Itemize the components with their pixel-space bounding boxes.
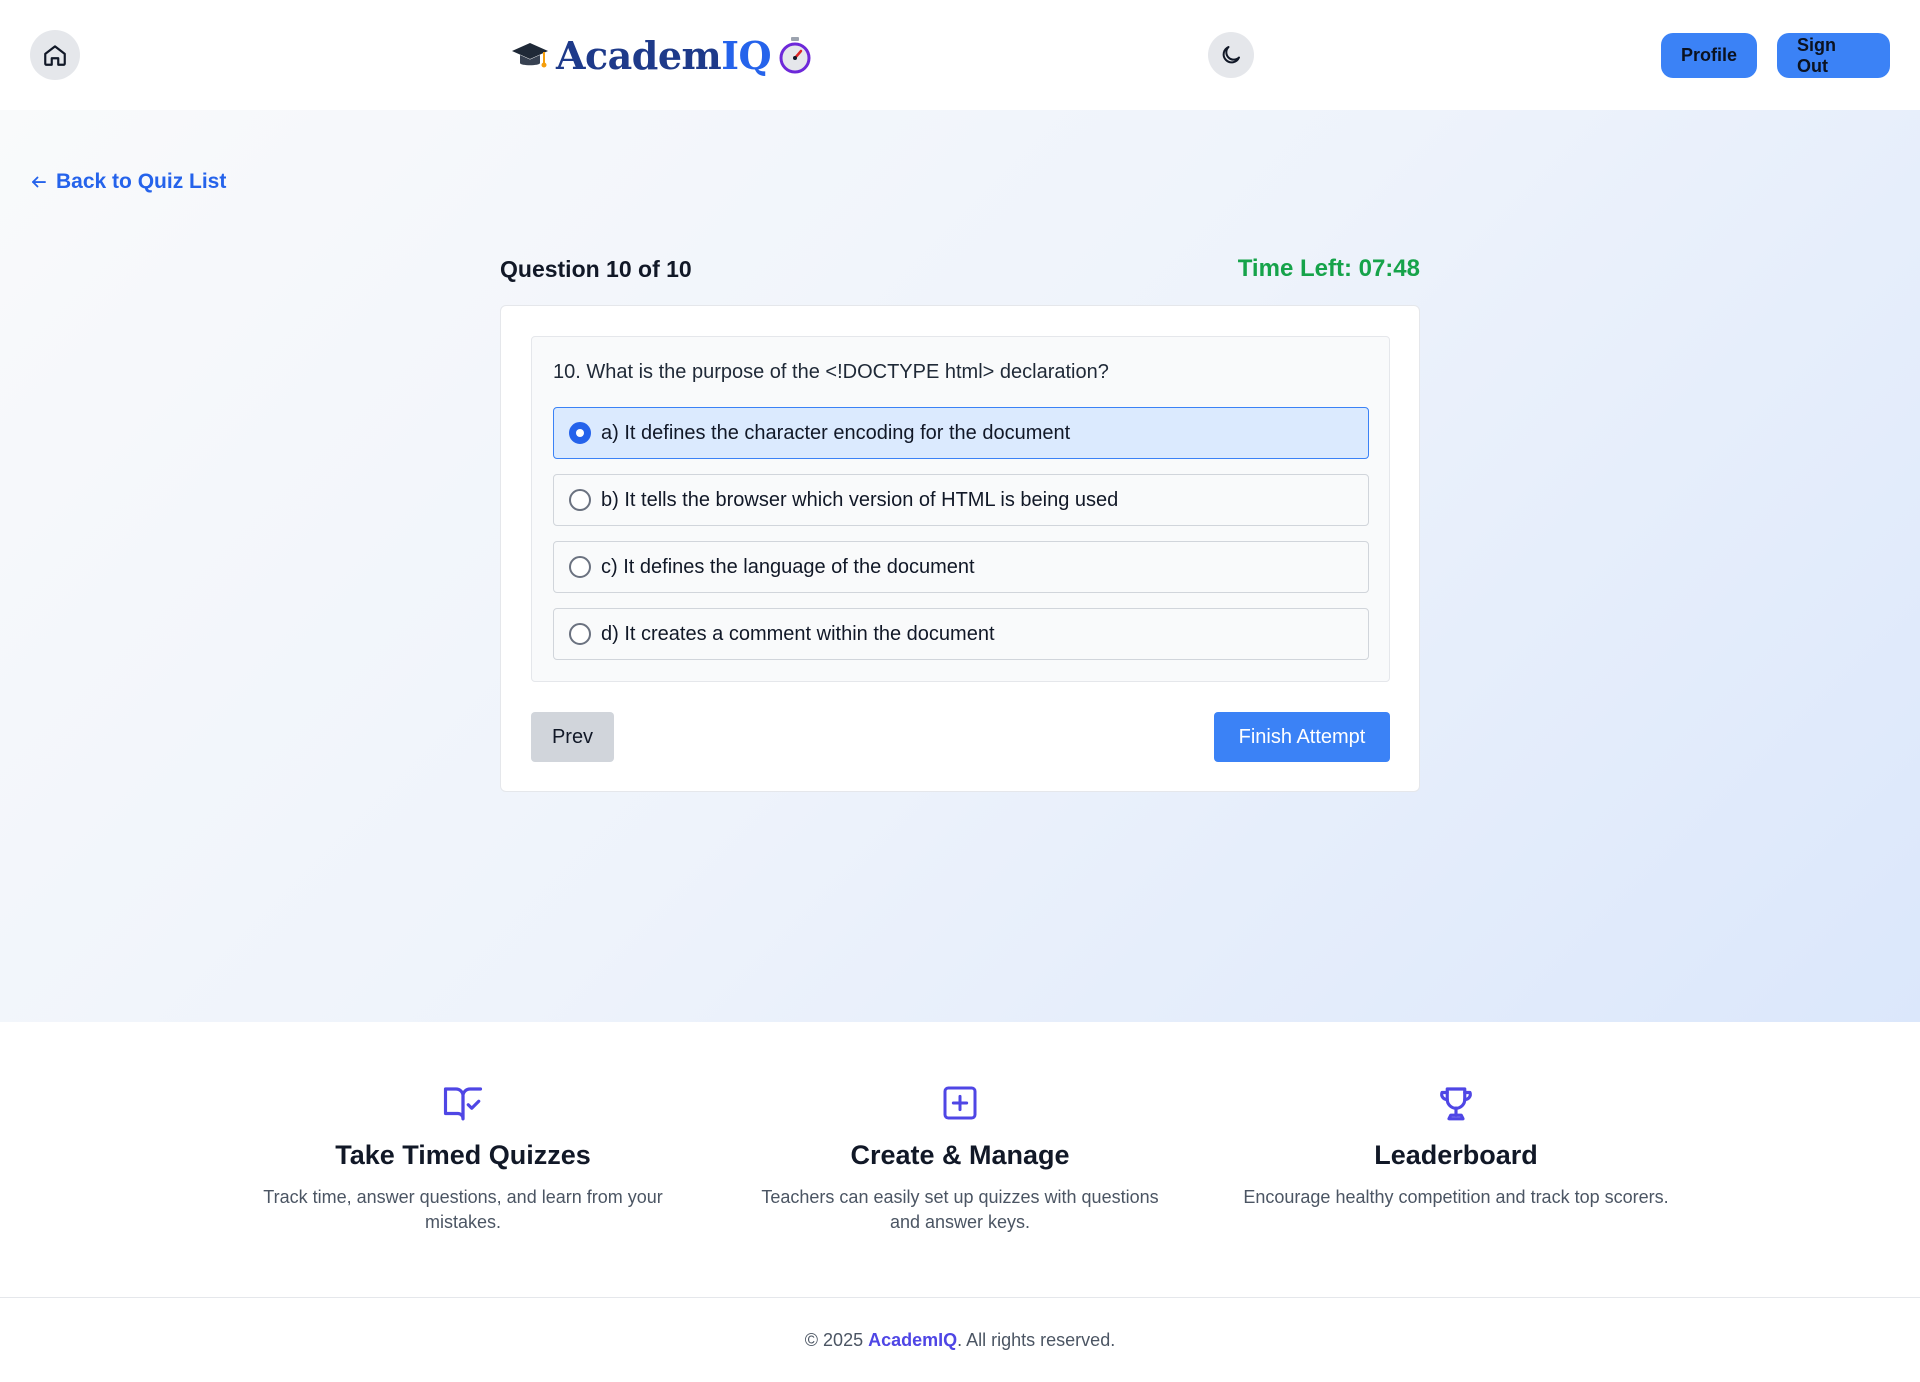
feature-title: Create & Manage [850,1140,1070,1170]
stopwatch-icon [779,37,811,74]
feature-timed-quizzes: Take Timed Quizzes Track time, answer qu… [248,1082,678,1235]
option-c[interactable]: c) It defines the language of the docume… [553,541,1369,593]
copyright-text: © 2025 AcademIQ. All rights reserved. [804,1329,1116,1350]
features-section: Take Timed Quizzes Track time, answer qu… [0,1022,1920,1297]
top-nav: AcademIQ Profile Sign Out [0,0,1920,110]
theme-toggle-button[interactable] [1208,32,1254,78]
option-label: c) It defines the language of the docume… [601,555,975,578]
feature-description: Encourage healthy competition and track … [1243,1187,1669,1207]
feature-create-manage: Create & Manage Teachers can easily set … [745,1082,1175,1235]
back-to-quiz-list-link[interactable]: Back to Quiz List [30,170,226,194]
quiz-main: Back to Quiz List Question 10 of 10 Time… [0,110,1920,1022]
profile-button[interactable]: Profile [1661,33,1757,78]
question-box: 10. What is the purpose of the <!DOCTYPE… [531,336,1390,682]
feature-description: Teachers can easily set up quizzes with … [761,1187,1159,1232]
book-check-icon [443,1087,483,1121]
moon-icon [1222,46,1240,64]
question-counter: Question 10 of 10 [500,255,692,282]
question-text: 10. What is the purpose of the <!DOCTYPE… [553,361,1109,383]
arrow-left-icon [32,176,46,188]
option-label: d) It creates a comment within the docum… [601,622,995,645]
quiz-header: Question 10 of 10 Time Left: 07:48 [500,255,1420,283]
option-d[interactable]: d) It creates a comment within the docum… [553,608,1369,660]
home-icon [44,45,66,66]
graduation-cap-icon [512,43,548,68]
page-footer: © 2025 AcademIQ. All rights reserved. [0,1297,1920,1382]
prev-button[interactable]: Prev [531,712,614,762]
option-label: b) It tells the browser which version of… [601,488,1119,511]
radio-button[interactable] [569,623,591,645]
trophy-icon [1440,1087,1472,1121]
radio-button[interactable] [569,556,591,578]
back-link-label: Back to Quiz List [56,170,227,193]
radio-button[interactable] [569,489,591,511]
question-card: 10. What is the purpose of the <!DOCTYPE… [500,305,1420,792]
footer-brand[interactable]: AcademIQ [868,1330,957,1350]
time-left: Time Left: 07:48 [1237,255,1420,282]
sign-out-button[interactable]: Sign Out [1777,33,1890,78]
feature-title: Take Timed Quizzes [335,1140,591,1170]
finish-attempt-button[interactable]: Finish Attempt [1214,712,1390,762]
option-label: a) It defines the character encoding for… [601,421,1071,444]
option-b[interactable]: b) It tells the browser which version of… [553,474,1369,526]
brand-name: AcademIQ [556,32,772,78]
app-logo[interactable]: AcademIQ [510,30,813,80]
radio-button[interactable] [569,422,591,444]
feature-leaderboard: Leaderboard Encourage healthy competitio… [1241,1082,1671,1210]
home-button[interactable] [30,30,80,80]
feature-title: Leaderboard [1374,1140,1538,1170]
feature-description: Track time, answer questions, and learn … [263,1187,663,1232]
plus-square-icon [943,1086,977,1120]
option-a[interactable]: a) It defines the character encoding for… [553,407,1369,459]
